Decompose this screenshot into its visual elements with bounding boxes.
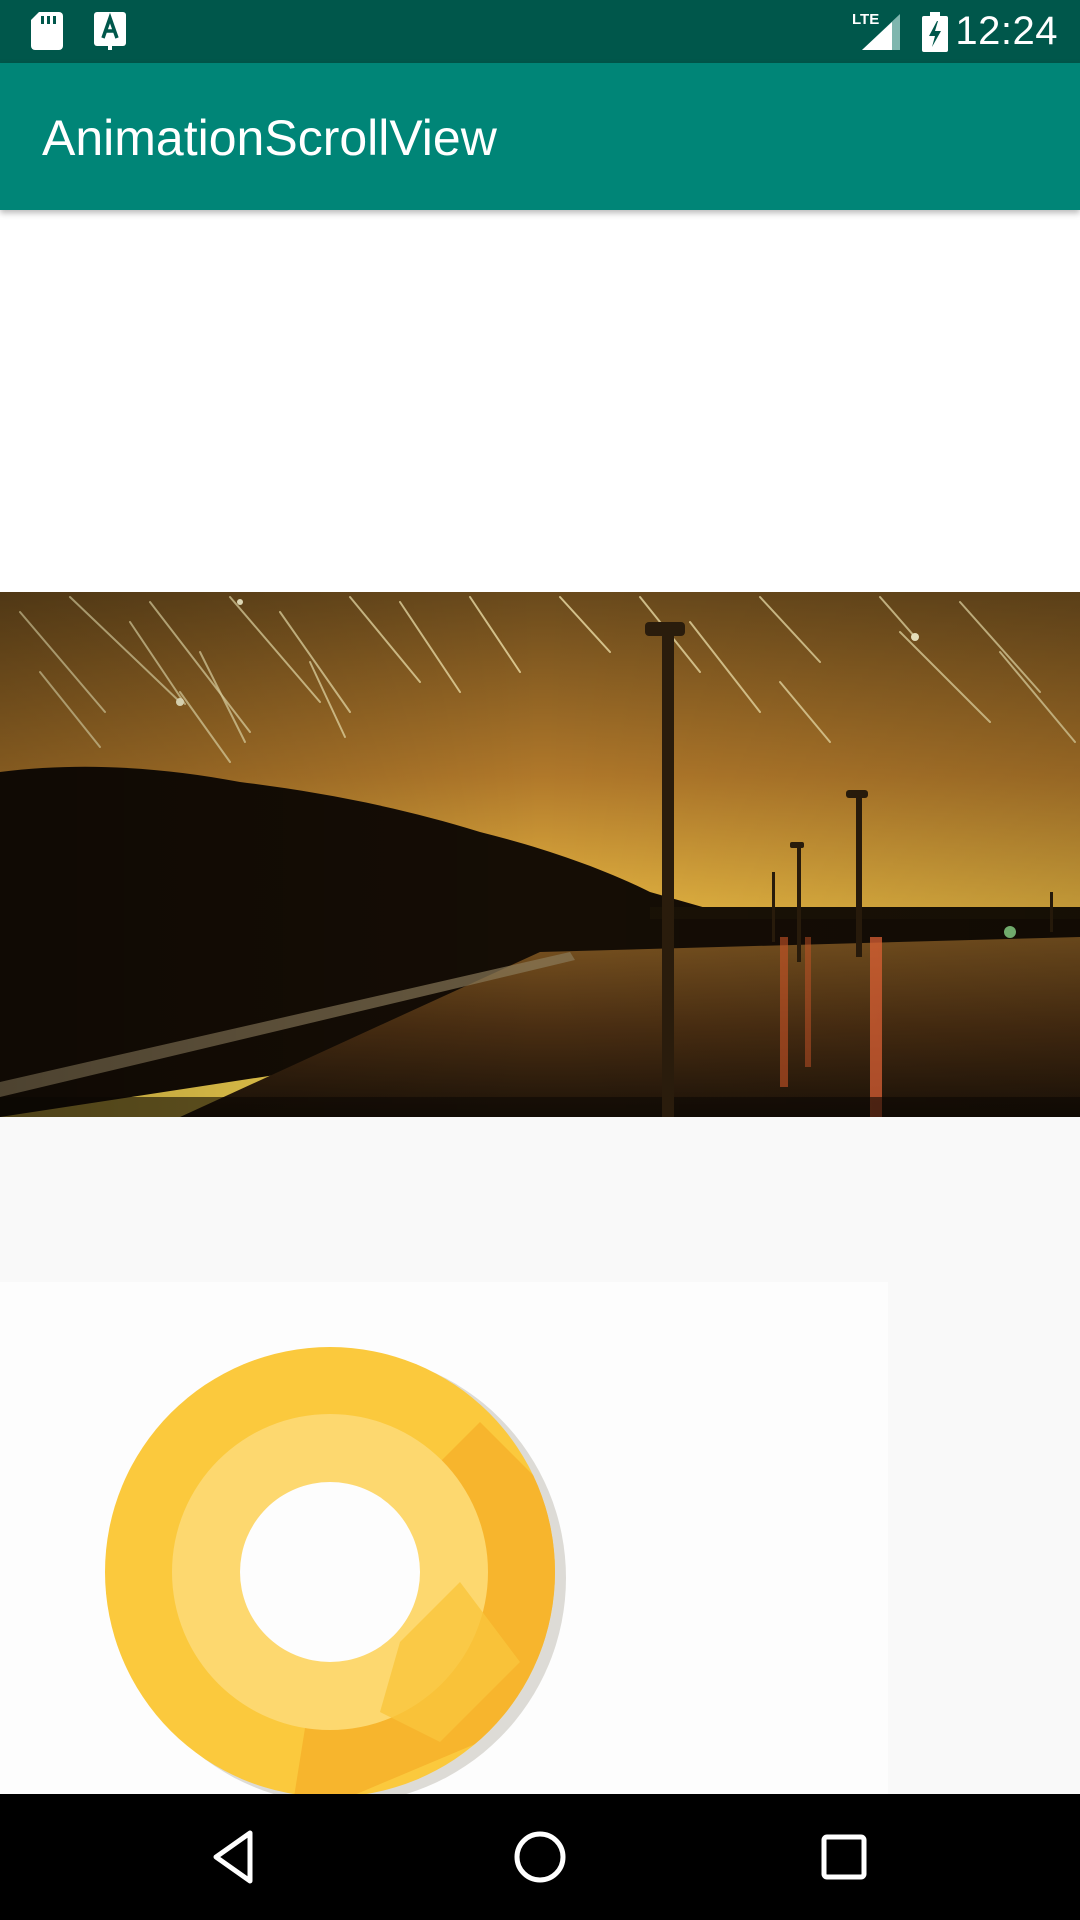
night-windmill-photo bbox=[0, 592, 1080, 1117]
navigation-bar bbox=[0, 1794, 1080, 1920]
status-clock: 12:24 bbox=[955, 9, 1058, 53]
recents-icon[interactable] bbox=[814, 1827, 874, 1887]
blank-space bbox=[0, 210, 1080, 592]
back-icon[interactable] bbox=[206, 1827, 266, 1887]
sd-card-icon bbox=[31, 12, 63, 55]
app-title: AnimationScrollView bbox=[42, 110, 497, 166]
lte-signal-icon: LTE bbox=[852, 10, 902, 57]
android-oreo-logo-card bbox=[0, 1282, 888, 1794]
battery-charging-icon bbox=[922, 12, 948, 57]
scroll-content[interactable] bbox=[0, 210, 1080, 1794]
status-bar: LTE 12:24 bbox=[0, 0, 1080, 63]
svg-text:LTE: LTE bbox=[852, 11, 879, 28]
android-oreo-logo bbox=[105, 1347, 566, 1794]
app-notification-icon bbox=[94, 12, 126, 55]
app-bar: AnimationScrollView bbox=[0, 63, 1080, 210]
home-icon[interactable] bbox=[510, 1827, 570, 1887]
